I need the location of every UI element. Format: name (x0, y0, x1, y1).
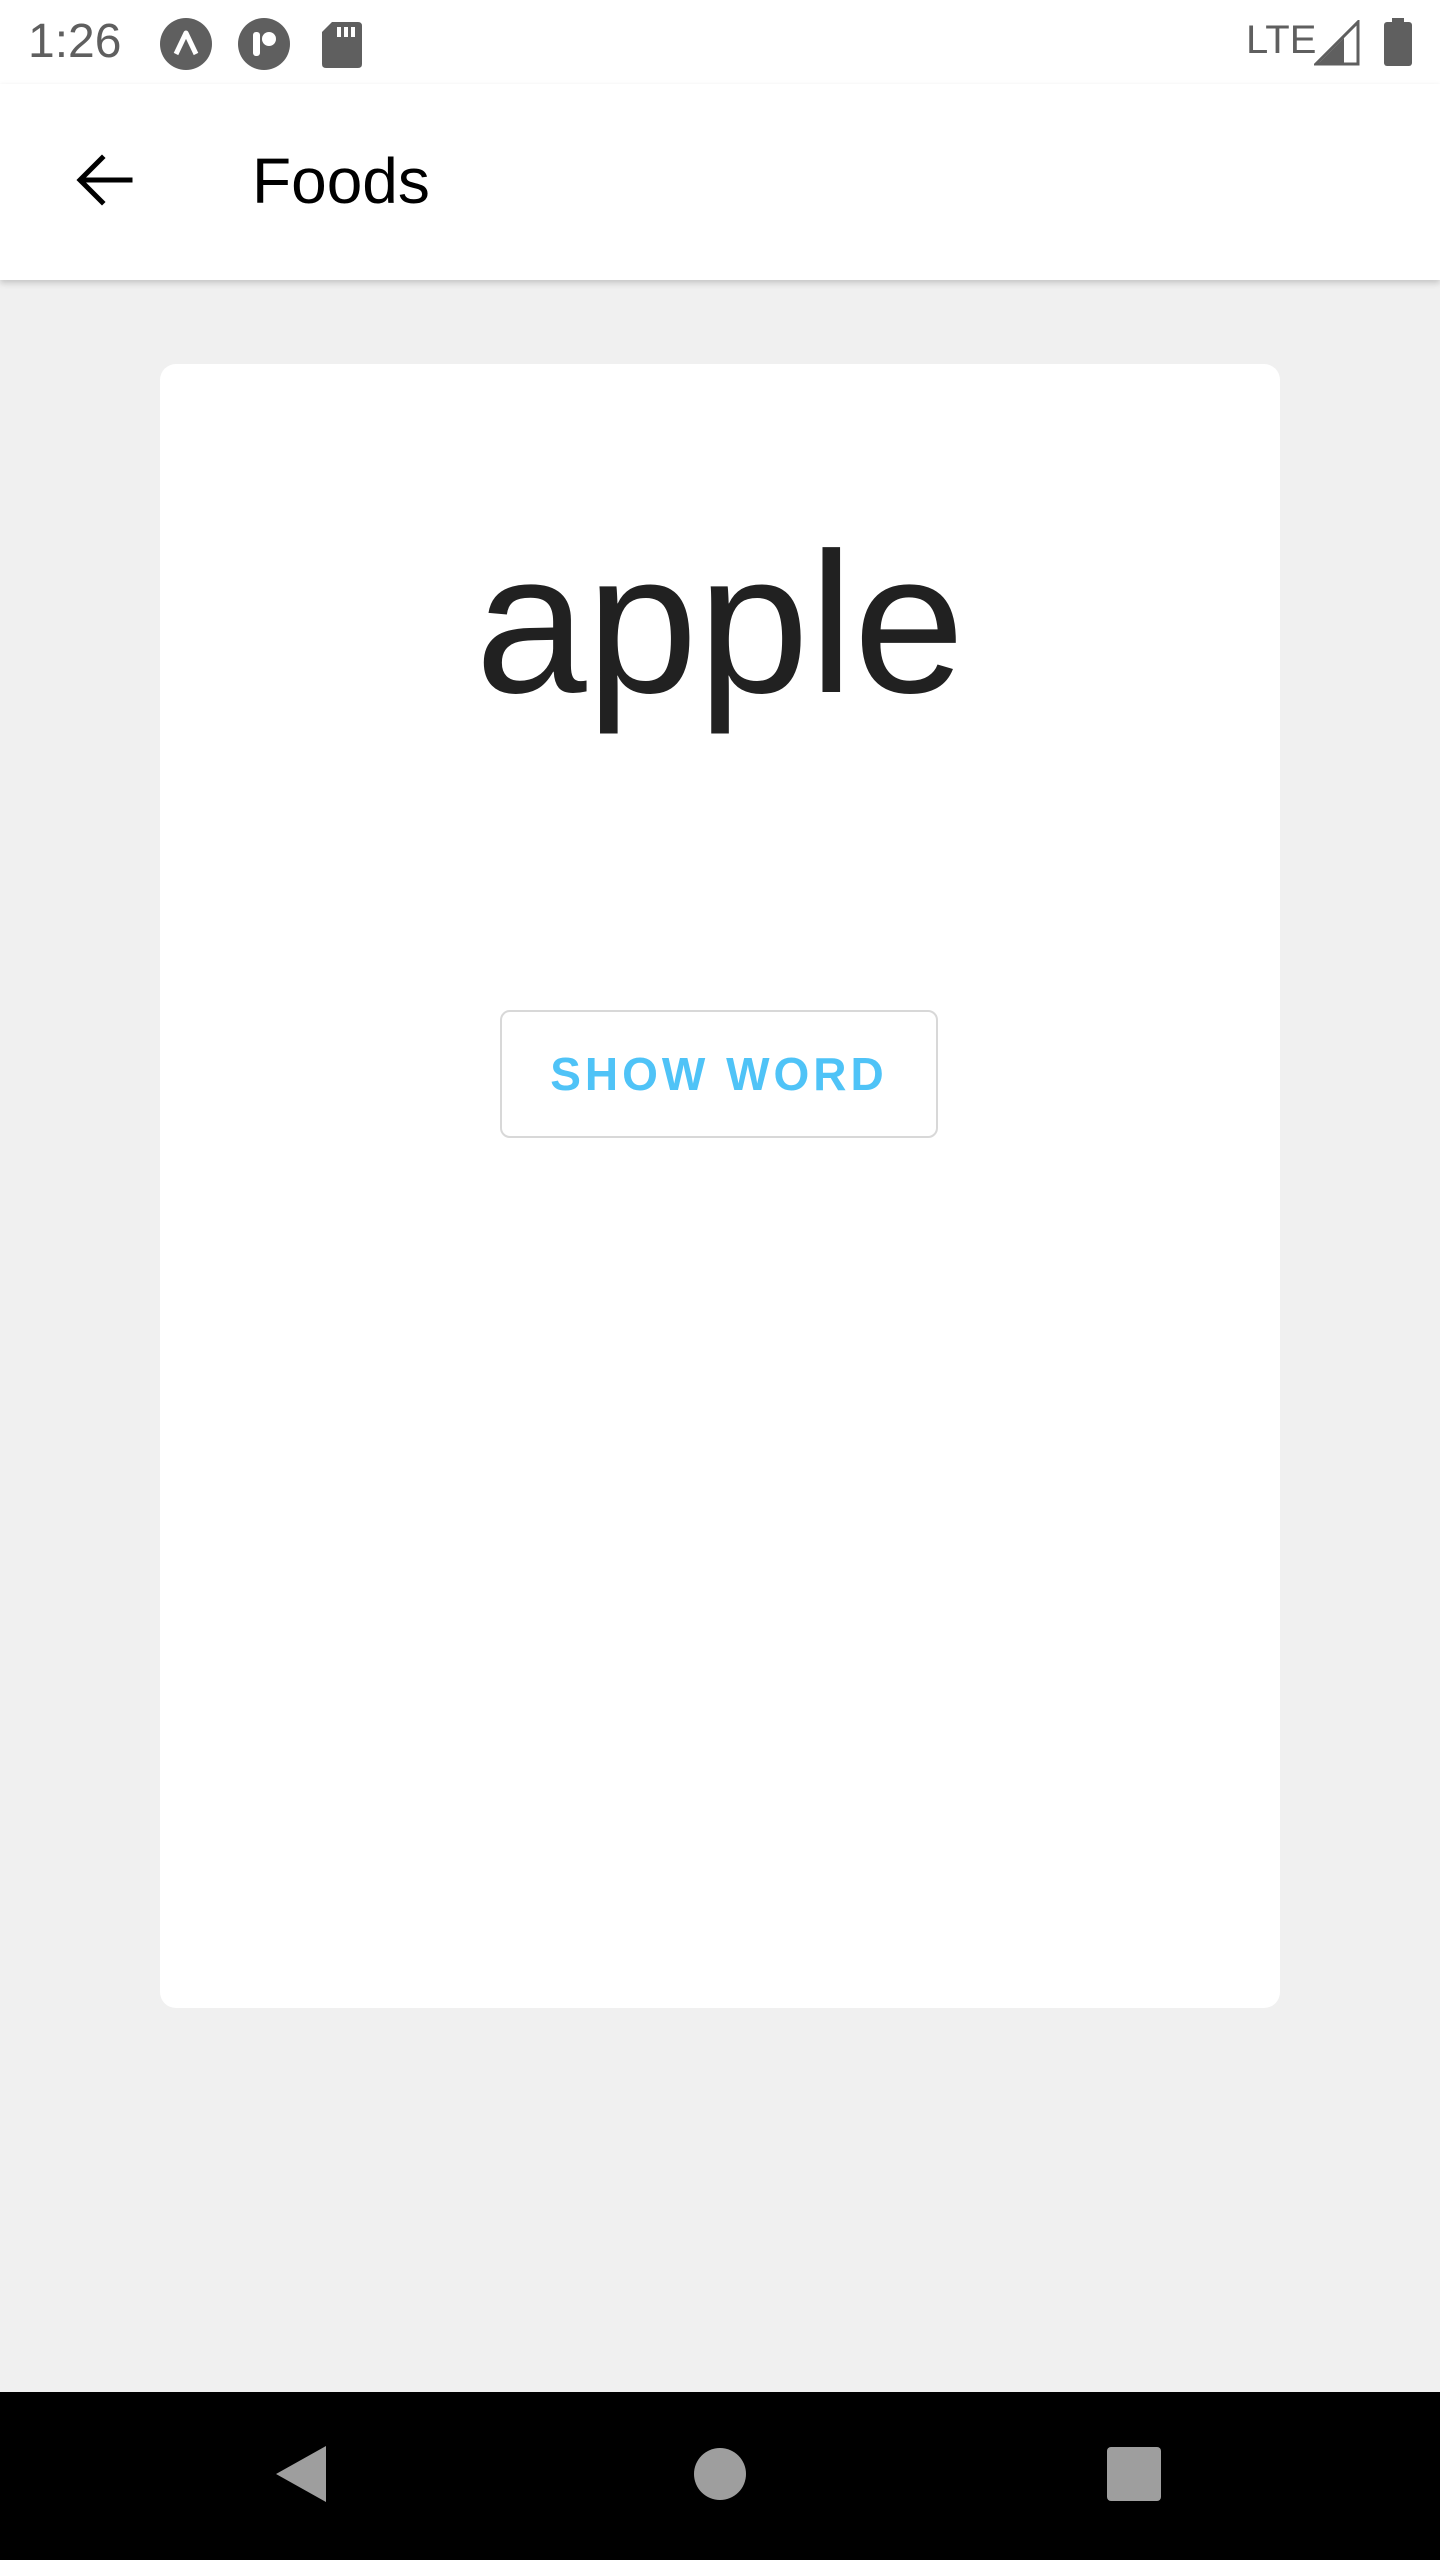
system-nav-bar (0, 2392, 1440, 2560)
recents-square-icon (1107, 2446, 1161, 2506)
status-bar: 1:26 LTE (0, 0, 1440, 84)
page-title: Foods (252, 145, 430, 217)
signal-icon (1312, 18, 1366, 72)
battery-icon (1382, 18, 1434, 70)
app-bar: Foods (0, 84, 1440, 280)
show-word-button[interactable]: SHOW WORD (500, 1010, 938, 1138)
network-type-label: LTE (1246, 18, 1317, 62)
nav-back-button[interactable] (250, 2426, 350, 2526)
nav-recents-button[interactable] (1084, 2426, 1184, 2526)
back-button[interactable] (48, 126, 160, 238)
app-a-icon (160, 18, 212, 70)
app-p-icon (238, 18, 290, 70)
status-time: 1:26 (28, 15, 122, 68)
arrow-back-icon (72, 148, 136, 217)
flashcard-word: apple (475, 512, 965, 735)
back-triangle-icon (270, 2442, 330, 2511)
home-circle-icon (693, 2447, 747, 2506)
nav-home-button[interactable] (670, 2426, 770, 2526)
flashcard: apple SHOW WORD (160, 364, 1280, 2008)
sd-card-icon (320, 18, 372, 70)
